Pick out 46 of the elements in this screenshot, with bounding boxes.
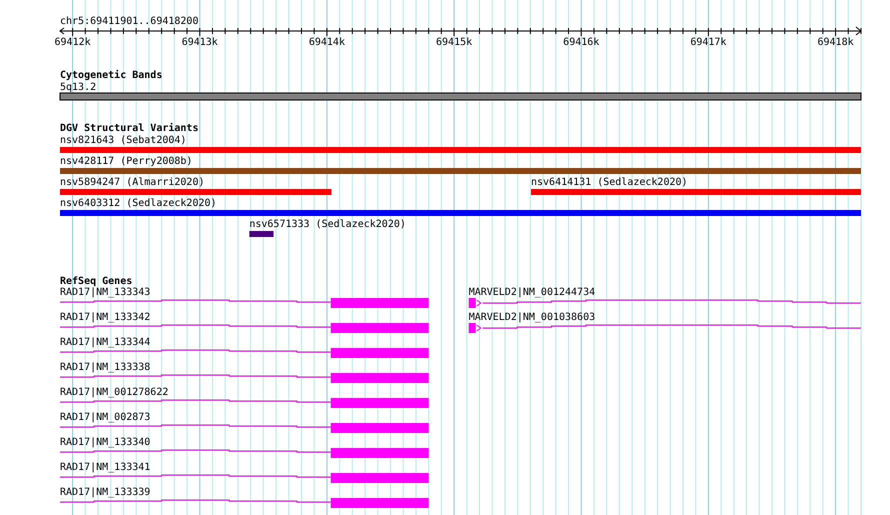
band-label: 5q13.2 [60, 82, 96, 93]
ruler-tick-label: 69417k [690, 37, 726, 48]
exon-block[interactable] [468, 298, 476, 308]
exon-block[interactable] [330, 398, 429, 408]
gene-label: RAD17|NM_001278622 [60, 387, 168, 398]
ruler-tick-label: 69414k [308, 37, 345, 48]
ruler-tick-label: 69412k [54, 37, 91, 48]
variant-label: nsv6414131 (Sedlazeck2020) [531, 177, 688, 188]
ruler-tick-label: 69418k [818, 37, 854, 48]
variant-label: nsv428117 (Perry2008b) [60, 156, 192, 167]
gene-label: RAD17|NM_133340 [60, 437, 150, 448]
region-label: chr5:69411901..69418200 [60, 16, 198, 27]
exon-block[interactable] [468, 323, 476, 333]
variant-label: nsv6403312 (Sedlazeck2020) [60, 198, 217, 209]
gene-label: RAD17|NM_133341 [60, 462, 150, 473]
variant-bar[interactable] [531, 189, 861, 195]
gene-label: MARVELD2|NM_001244734 [468, 287, 596, 298]
ruler-tick-label: 69413k [182, 37, 218, 48]
track-title: DGV Structural Variants [60, 123, 198, 134]
variant-label: nsv821643 (Sebat2004) [60, 135, 186, 146]
gene-label: RAD17|NM_133343 [60, 287, 150, 298]
exon-block[interactable] [330, 298, 429, 308]
exon-block[interactable] [330, 448, 429, 458]
exon-block[interactable] [330, 423, 429, 433]
track-title: Cytogenetic Bands [60, 70, 162, 81]
ruler-tick-label: 69415k [436, 37, 472, 48]
gene-label: RAD17|NM_133342 [60, 312, 150, 323]
ruler-tick-label: 69416k [563, 37, 600, 48]
gene-label: RAD17|NM_133338 [60, 362, 150, 373]
variant-label: nsv5894247 (Almarri2020) [60, 177, 204, 188]
variant-bar[interactable] [60, 210, 861, 216]
variant-label: nsv6571333 (Sedlazeck2020) [249, 219, 406, 230]
gene-label: RAD17|NM_133339 [60, 487, 150, 498]
exon-block[interactable] [330, 348, 429, 358]
variant-bar[interactable] [249, 231, 274, 237]
exon-block[interactable] [330, 473, 429, 483]
exon-block[interactable] [330, 373, 429, 383]
gene-label: MARVELD2|NM_001038603 [468, 312, 596, 323]
variant-bar[interactable] [60, 168, 861, 174]
gene-label: RAD17|NM_133344 [60, 337, 150, 348]
exon-block[interactable] [330, 323, 429, 333]
gene-label: RAD17|NM_002873 [60, 412, 150, 423]
track-title: RefSeq Genes [60, 276, 132, 287]
variant-bar[interactable] [60, 147, 861, 153]
exon-block[interactable] [330, 498, 429, 508]
variant-bar[interactable] [60, 189, 332, 195]
